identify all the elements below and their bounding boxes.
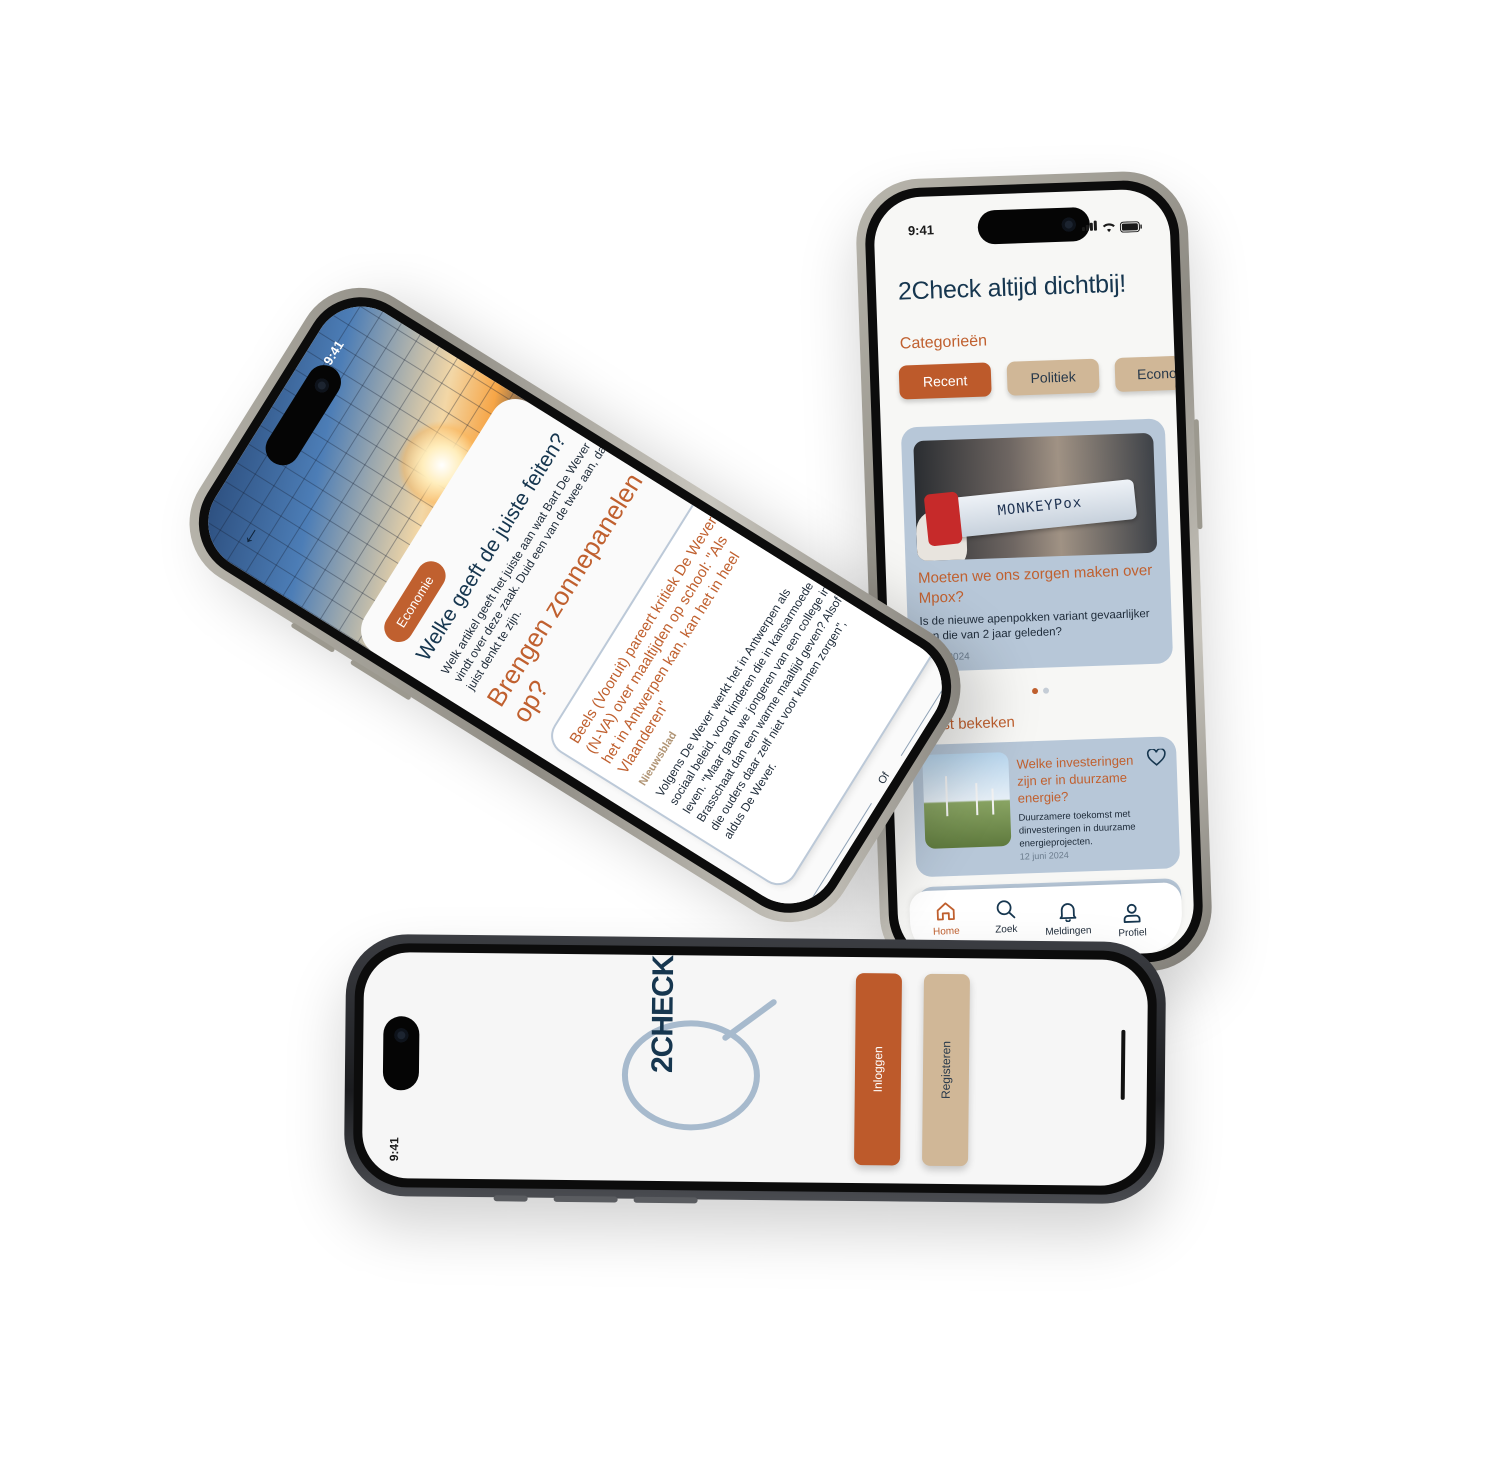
carousel-dot[interactable] [1031, 687, 1039, 695]
vial-shape: MONKEYPox [923, 478, 1138, 547]
phone-bezel: 9:41 2CHECK Inloggen Registeren [352, 942, 1158, 1196]
turbine-shape [944, 776, 949, 817]
camera-icon [312, 375, 332, 396]
phone-login: 9:41 2CHECK Inloggen Registeren [343, 933, 1167, 1205]
status-time: 9:41 [907, 222, 935, 239]
featured-image: MONKEYPox [913, 432, 1158, 562]
featured-card[interactable]: MONKEYPox Moeten we ons zorgen maken ove… [900, 418, 1174, 673]
list-item-subtitle: Duurzamere toekomst met dinvesteringen i… [1018, 808, 1136, 850]
magnifier-logo-icon [621, 999, 777, 1131]
heart-icon[interactable] [1146, 748, 1167, 767]
turbine-shape [975, 783, 979, 816]
list-item-title: Welke investeringen zijn er in duurzame … [1016, 752, 1134, 806]
wind-turbine-image [922, 752, 1012, 849]
tab-notifications-label: Meldingen [1045, 925, 1092, 938]
tab-notifications[interactable]: Meldingen [1037, 899, 1098, 938]
search-icon [996, 900, 1016, 919]
phone-home: 9:41 2Check altijd dichtbij! Categorieën… [854, 169, 1214, 981]
page-title: 2Check altijd dichtbij! [897, 269, 1127, 306]
home-indicator [1120, 1029, 1126, 1100]
vial-label: MONKEYPox [996, 494, 1083, 520]
status-icons [1081, 217, 1142, 235]
category-chips: Recent Politiek Econo [898, 354, 1196, 400]
home-screen: 9:41 2Check altijd dichtbij! Categorieën… [872, 188, 1196, 962]
register-button[interactable]: Registeren [921, 973, 971, 1167]
battery-icon [1119, 221, 1142, 233]
login-label: Inloggen [870, 1046, 886, 1093]
tab-profile[interactable]: Profiel [1101, 901, 1162, 940]
phone-bezel: ← 9:41 Economie Welke geeft de juiste fe… [177, 276, 973, 934]
featured-subtitle: Is de nieuwe apenpokken variant gevaarli… [919, 607, 1150, 644]
or-label: Of [875, 770, 893, 787]
phone-bezel: 9:41 2Check altijd dichtbij! Categorieën… [863, 178, 1205, 972]
dynamic-island [382, 1016, 420, 1091]
list-item-date: 12 juni 2024 [1019, 849, 1070, 862]
vial-cap [923, 491, 963, 547]
carousel-dot[interactable] [1042, 687, 1050, 694]
chip-economie[interactable]: Econo [1114, 354, 1196, 393]
tab-home-label: Home [932, 925, 960, 938]
login-screen: 9:41 2CHECK Inloggen Registeren [361, 951, 1149, 1187]
login-button[interactable]: Inloggen [853, 973, 903, 1166]
chip-recent[interactable]: Recent [898, 362, 992, 400]
tab-profile-label: Profiel [1118, 927, 1147, 940]
bell-icon [1059, 903, 1077, 923]
side-button [633, 1196, 698, 1204]
side-button [553, 1195, 618, 1203]
side-button [1193, 419, 1203, 530]
detail-screen: ← 9:41 Economie Welke geeft de juiste fe… [190, 288, 960, 922]
register-label: Registeren [938, 1040, 954, 1100]
brand-wordmark: 2CHECK [645, 955, 681, 1074]
tab-search-label: Zoek [995, 923, 1018, 936]
home-icon [936, 902, 955, 921]
list-item[interactable]: Welke investeringen zijn er in duurzame … [911, 736, 1181, 878]
status-time: 9:41 [387, 1137, 402, 1162]
wifi-icon [1102, 223, 1115, 233]
chip-politiek[interactable]: Politiek [1006, 358, 1100, 396]
signal-icon [1081, 219, 1099, 235]
tab-home[interactable]: Home [915, 899, 976, 938]
carousel-dots[interactable] [1031, 687, 1050, 695]
categories-heading: Categorieën [899, 332, 988, 353]
side-button [493, 1195, 528, 1202]
tab-search[interactable]: Zoek [975, 897, 1036, 936]
user-icon [1123, 903, 1141, 923]
featured-title: Moeten we ons zorgen maken over Mpox? [917, 561, 1153, 608]
camera-icon [394, 1028, 409, 1043]
turbine-shape [991, 788, 995, 815]
